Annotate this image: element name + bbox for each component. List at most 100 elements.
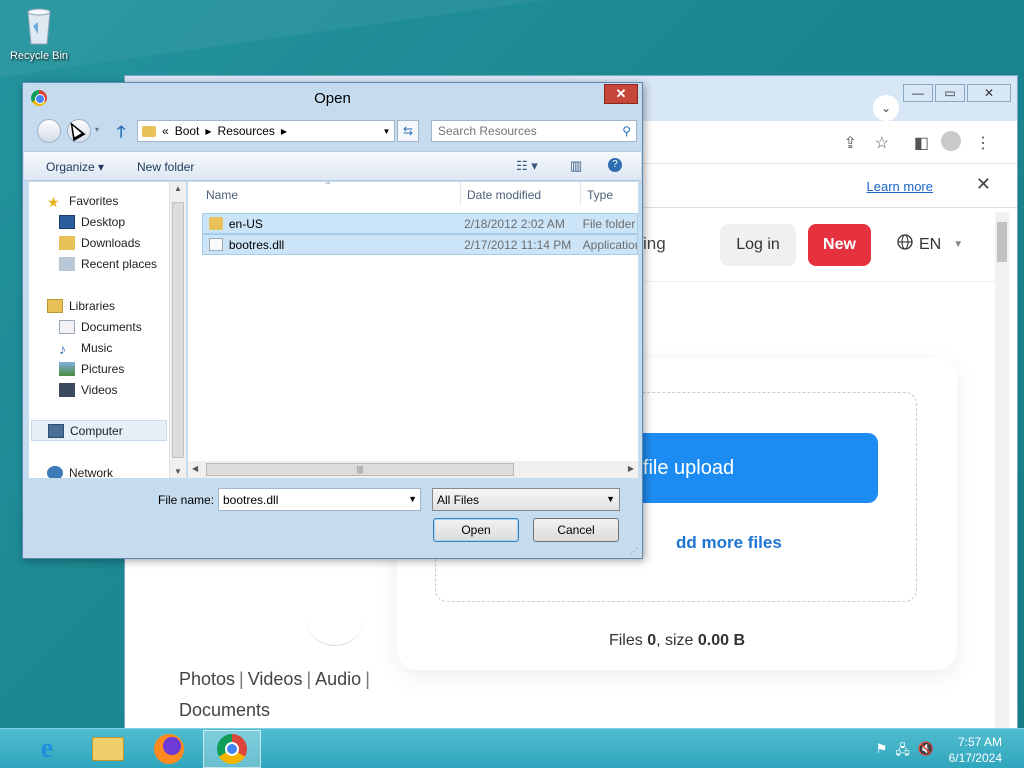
nav-recent-places[interactable]: Recent places bbox=[59, 253, 185, 274]
files-summary: Files 0, size 0.00 B bbox=[397, 632, 957, 650]
infobar-close-icon[interactable]: ✕ bbox=[976, 174, 991, 195]
nav-desktop[interactable]: Desktop bbox=[59, 211, 185, 232]
close-window-button[interactable]: ✕ bbox=[967, 84, 1011, 102]
taskbar-chrome[interactable] bbox=[203, 730, 261, 768]
nav-documents[interactable]: Documents bbox=[59, 316, 185, 337]
file-name-input[interactable] bbox=[219, 489, 399, 510]
address-overflow[interactable]: « bbox=[162, 124, 169, 138]
recycle-bin[interactable]: Recycle Bin bbox=[4, 6, 74, 62]
videos-icon bbox=[59, 382, 75, 397]
scroll-up-arrow-icon[interactable]: ▲ bbox=[174, 184, 182, 193]
documents-link[interactable]: Documents bbox=[179, 700, 270, 720]
search-box[interactable]: ⚲ bbox=[431, 120, 637, 142]
tab-search-chevron-icon[interactable]: ⌄ bbox=[873, 95, 899, 121]
breadcrumb-resources[interactable]: Resources bbox=[218, 124, 275, 138]
network-tray-icon[interactable]: 🖧 bbox=[895, 741, 910, 763]
file-list: Name ^ Date modified Type en-US 2/18/201… bbox=[188, 182, 638, 478]
nav-network[interactable]: Network bbox=[47, 462, 185, 478]
resize-grip-icon[interactable]: ⋰ bbox=[630, 547, 638, 556]
share-icon[interactable]: ⇪ bbox=[844, 133, 857, 153]
downloads-folder-icon bbox=[59, 235, 75, 250]
add-more-files-link[interactable]: dd more files bbox=[676, 533, 782, 553]
nav-videos[interactable]: Videos bbox=[59, 379, 185, 400]
page-scrollbar[interactable] bbox=[995, 212, 1009, 728]
file-name-dropdown-icon[interactable]: ▼ bbox=[408, 494, 417, 504]
taskbar-internet-explorer[interactable]: e bbox=[18, 730, 76, 768]
media-type-links: Photos | Videos | Audio | Documents bbox=[179, 669, 370, 720]
maximize-button[interactable]: ▭ bbox=[935, 84, 965, 102]
clock[interactable]: 7:57 AM 6/17/2024 bbox=[949, 734, 1002, 766]
file-row-bootres-dll[interactable]: bootres.dll 2/17/2012 11:14 PM Applicati… bbox=[202, 234, 638, 255]
organize-menu[interactable]: Organize ▾ bbox=[46, 160, 104, 174]
open-button[interactable]: Open bbox=[433, 518, 519, 542]
breadcrumb-arrow-icon[interactable]: ▶ bbox=[205, 127, 211, 136]
dialog-titlebar[interactable]: Open ✕ bbox=[23, 83, 642, 113]
taskbar-firefox[interactable] bbox=[140, 730, 198, 768]
scroll-right-arrow-icon[interactable]: ▶ bbox=[628, 464, 634, 473]
file-list-hscrollbar-thumb[interactable]: ||| bbox=[206, 463, 514, 476]
file-row-en-us[interactable]: en-US 2/18/2012 2:02 AM File folder bbox=[202, 213, 638, 234]
learn-more-link[interactable]: Learn more bbox=[867, 179, 933, 194]
breadcrumb-arrow-icon[interactable]: ▶ bbox=[281, 127, 287, 136]
file-name: bootres.dll bbox=[228, 237, 285, 252]
view-options-icon[interactable]: ☷ ▾ bbox=[516, 158, 538, 174]
nav-music[interactable]: ♪ Music bbox=[59, 337, 185, 358]
nav-documents-label: Documents bbox=[81, 319, 142, 334]
scroll-left-arrow-icon[interactable]: ◀ bbox=[192, 464, 198, 473]
nav-libraries[interactable]: Libraries bbox=[47, 295, 185, 316]
page-scrollbar-thumb[interactable] bbox=[997, 222, 1007, 262]
help-icon[interactable]: ? bbox=[608, 158, 622, 172]
breadcrumb-boot[interactable]: Boot bbox=[175, 124, 200, 138]
new-folder-button[interactable]: New folder bbox=[137, 160, 194, 174]
nav-favorites-label: Favorites bbox=[69, 193, 119, 208]
more-menu-icon[interactable]: ⋮ bbox=[975, 133, 991, 153]
bookmark-star-icon[interactable]: ☆ bbox=[875, 133, 889, 153]
file-list-hscrollbar[interactable]: ◀ ||| ▶ bbox=[188, 461, 638, 478]
action-center-flag-icon[interactable]: ⚑ bbox=[876, 741, 888, 763]
network-icon bbox=[47, 465, 63, 478]
taskbar-file-explorer[interactable] bbox=[79, 730, 137, 768]
column-name[interactable]: Name bbox=[206, 188, 238, 202]
minimize-button[interactable]: — bbox=[903, 84, 933, 102]
size-value: 0.00 B bbox=[697, 632, 746, 649]
back-arrow-icon[interactable] bbox=[37, 119, 61, 143]
chevron-down-icon: ▼ bbox=[953, 239, 964, 250]
preview-pane-icon[interactable]: ▥ bbox=[570, 158, 582, 174]
recent-locations-chevron-icon[interactable]: ▾ bbox=[95, 125, 99, 134]
column-type[interactable]: Type bbox=[587, 188, 613, 202]
videos-link[interactable]: Videos bbox=[248, 669, 303, 689]
nav-computer[interactable]: Computer bbox=[31, 420, 167, 441]
scroll-down-arrow-icon[interactable]: ▼ bbox=[174, 467, 182, 476]
nav-music-label: Music bbox=[81, 340, 113, 355]
sort-ascending-icon: ^ bbox=[326, 182, 330, 189]
volume-muted-icon[interactable]: 🔇 bbox=[918, 741, 934, 763]
up-folder-arrow-icon[interactable]: 🡑 bbox=[117, 121, 125, 148]
navigation-scrollbar-thumb[interactable] bbox=[172, 202, 184, 458]
address-bar[interactable]: « Boot ▶ Resources ▶ bbox=[137, 120, 395, 142]
file-type-filter[interactable]: All Files ▼ bbox=[432, 488, 620, 511]
cancel-button[interactable]: Cancel bbox=[533, 518, 619, 542]
column-date-modified[interactable]: Date modified bbox=[467, 188, 541, 202]
file-name-label: File name: bbox=[158, 493, 215, 507]
nav-favorites[interactable]: ★ Favorites bbox=[47, 190, 185, 211]
side-panel-icon[interactable]: ◧ bbox=[914, 133, 929, 153]
clock-date: 6/17/2024 bbox=[948, 751, 1002, 765]
dialog-close-button[interactable]: ✕ bbox=[604, 84, 638, 104]
nav-pictures[interactable]: Pictures bbox=[59, 358, 185, 379]
internet-explorer-icon: e bbox=[40, 733, 54, 764]
refresh-icon[interactable]: ⇆ bbox=[397, 120, 419, 142]
clock-time: 7:57 AM bbox=[957, 735, 1002, 749]
nav-downloads[interactable]: Downloads bbox=[59, 232, 185, 253]
login-button[interactable]: Log in bbox=[720, 224, 796, 266]
recent-places-icon bbox=[59, 256, 75, 271]
computer-icon bbox=[48, 423, 64, 438]
profile-avatar-icon[interactable] bbox=[941, 131, 961, 151]
navigation-scrollbar[interactable]: ▲ ▼ bbox=[169, 182, 186, 478]
file-name-field[interactable]: ▼ bbox=[218, 488, 421, 511]
address-dropdown-icon[interactable]: ▼ bbox=[378, 120, 395, 142]
photos-link[interactable]: Photos bbox=[179, 669, 235, 689]
language-selector[interactable]: EN ▼ bbox=[897, 234, 963, 255]
new-button[interactable]: New bbox=[808, 224, 871, 266]
audio-link[interactable]: Audio bbox=[315, 669, 361, 689]
search-input[interactable] bbox=[432, 121, 608, 141]
